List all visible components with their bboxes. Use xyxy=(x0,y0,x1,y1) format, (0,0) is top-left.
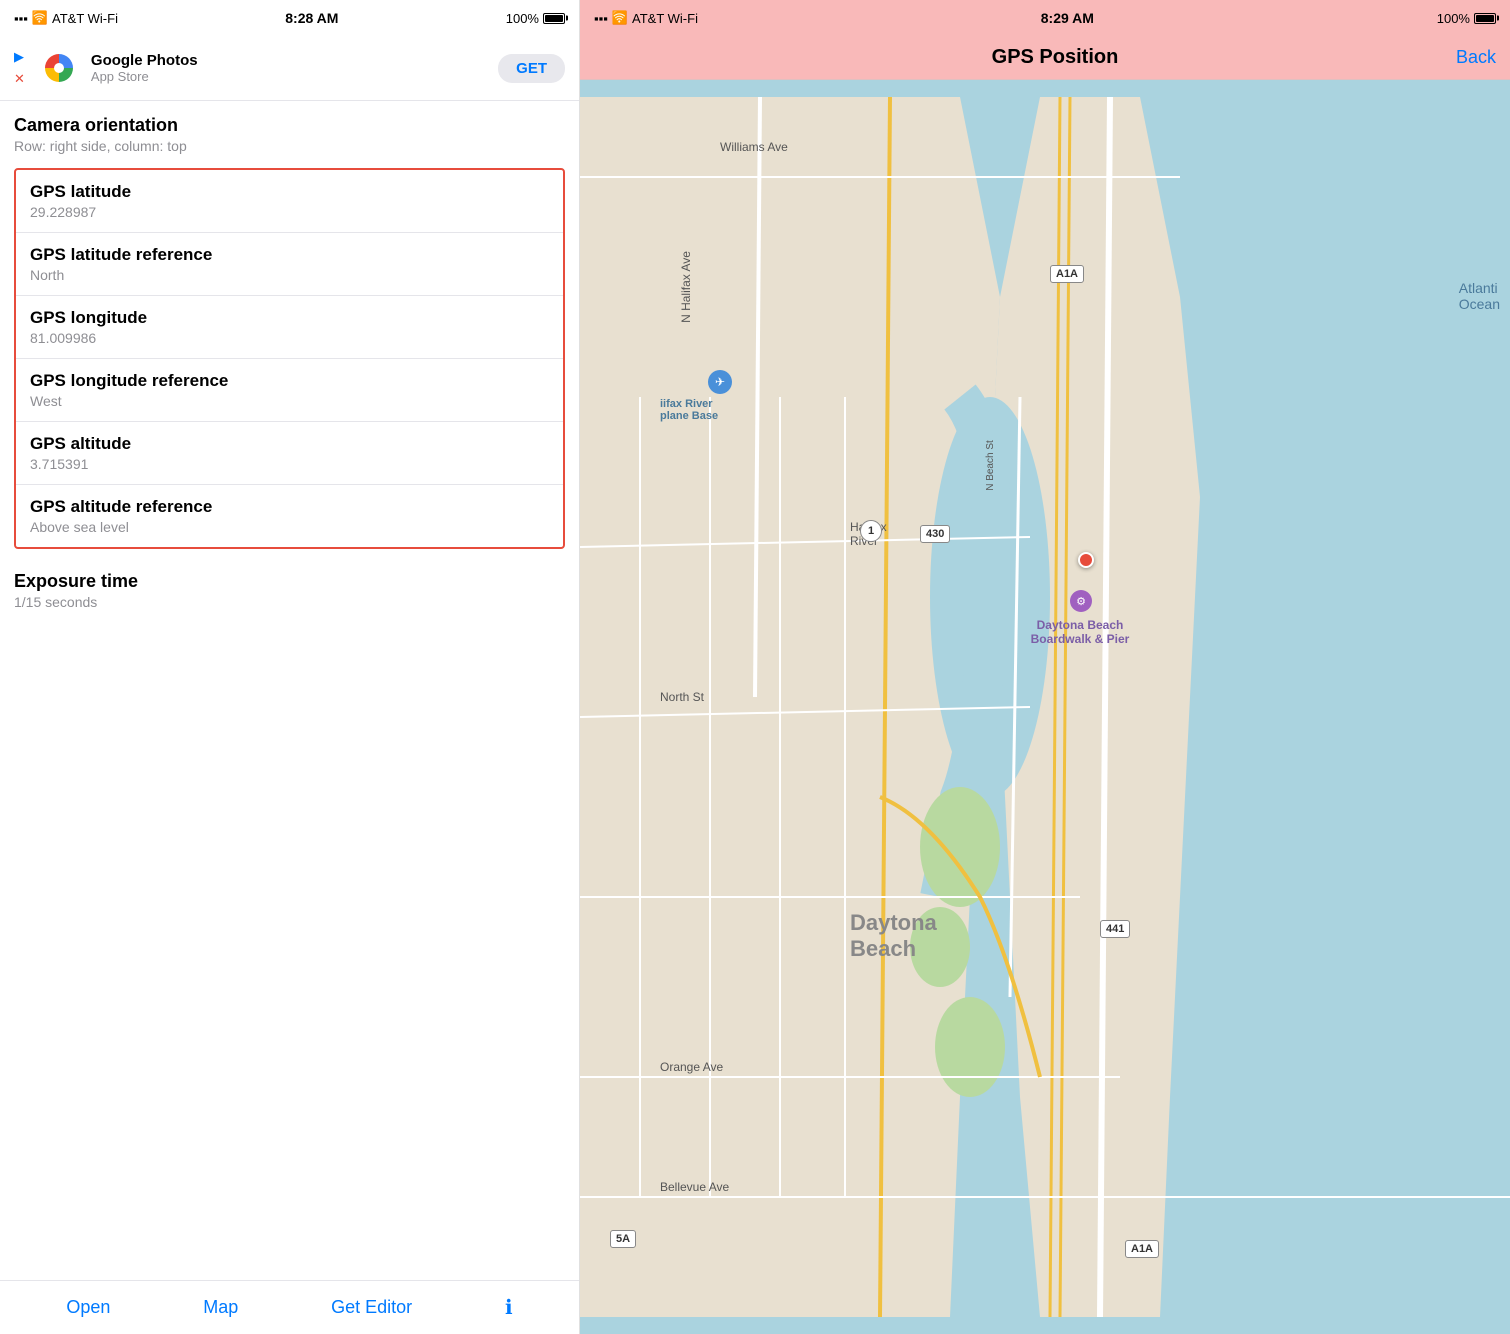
gps-latitude-ref-value: North xyxy=(30,267,549,283)
right-battery-icon xyxy=(1474,13,1496,24)
close-controls: ▶ ✕ xyxy=(14,49,33,87)
gps-longitude-label: GPS longitude xyxy=(30,308,549,328)
route-430-badge: 430 xyxy=(920,525,950,543)
get-app-button[interactable]: GET xyxy=(498,54,565,83)
gps-altitude-ref-value: Above sea level xyxy=(30,519,549,535)
gps-longitude-value: 81.009986 xyxy=(30,330,549,346)
app-banner: ▶ ✕ Google Photos App Store GET xyxy=(0,36,579,101)
left-time: 8:28 AM xyxy=(285,10,338,26)
wifi-icon: 🛜 xyxy=(32,10,48,26)
route-1-badge: 1 xyxy=(860,520,882,542)
map-container[interactable]: Williams Ave N Halifax Ave HalifaxRiver … xyxy=(580,80,1510,1334)
gps-altitude: GPS altitude 3.715391 xyxy=(16,422,563,485)
app-icon xyxy=(37,46,81,90)
info-icon[interactable]: ℹ xyxy=(505,1295,513,1320)
gps-longitude-ref-value: West xyxy=(30,393,549,409)
battery-icon xyxy=(543,13,565,24)
left-battery: 100% xyxy=(506,11,565,26)
route-441-badge: 441 xyxy=(1100,920,1130,938)
signal-icon: ▪▪▪ xyxy=(14,11,28,26)
right-panel: ▪▪▪ 🛜 AT&T Wi-Fi 8:29 AM 100% GPS Positi… xyxy=(580,0,1510,1334)
boardwalk-poi-icon: ⚙ xyxy=(1070,590,1092,612)
nav-title: GPS Position xyxy=(992,46,1119,69)
right-nav-bar: GPS Position Back xyxy=(580,36,1510,80)
gps-latitude-ref: GPS latitude reference North xyxy=(16,233,563,296)
gps-altitude-ref-label: GPS altitude reference xyxy=(30,497,549,517)
close-icon[interactable]: ✕ xyxy=(14,71,25,87)
right-carrier: ▪▪▪ 🛜 AT&T Wi-Fi xyxy=(594,10,698,26)
map-button[interactable]: Map xyxy=(203,1297,238,1318)
camera-orientation-value: Row: right side, column: top xyxy=(14,138,565,154)
exposure-value: 1/15 seconds xyxy=(14,594,565,610)
right-status-bar: ▪▪▪ 🛜 AT&T Wi-Fi 8:29 AM 100% xyxy=(580,0,1510,36)
bottom-toolbar: Open Map Get Editor ℹ xyxy=(0,1280,579,1334)
gps-longitude-ref: GPS longitude reference West xyxy=(16,359,563,422)
gps-longitude: GPS longitude 81.009986 xyxy=(16,296,563,359)
left-panel: ▪▪▪ 🛜 AT&T Wi-Fi 8:28 AM 100% ▶ ✕ xyxy=(0,0,580,1334)
gps-longitude-ref-label: GPS longitude reference xyxy=(30,371,549,391)
gps-altitude-label: GPS altitude xyxy=(30,434,549,454)
map-svg xyxy=(580,80,1510,1334)
gps-altitude-ref: GPS altitude reference Above sea level xyxy=(16,485,563,547)
gps-latitude: GPS latitude 29.228987 xyxy=(16,170,563,233)
store-label: App Store xyxy=(91,69,498,84)
right-wifi-icon: 🛜 xyxy=(612,10,628,26)
a1a-badge-top: A1A xyxy=(1050,265,1084,283)
location-pin xyxy=(1078,552,1094,568)
route-5a-badge: 5A xyxy=(610,1230,636,1248)
gps-latitude-value: 29.228987 xyxy=(30,204,549,220)
exposure-section: Exposure time 1/15 seconds xyxy=(0,557,579,616)
right-time: 8:29 AM xyxy=(1041,10,1094,26)
camera-orientation-section: Camera orientation Row: right side, colu… xyxy=(0,101,579,160)
gps-latitude-label: GPS latitude xyxy=(30,182,549,202)
gps-altitude-value: 3.715391 xyxy=(30,456,549,472)
left-carrier: ▪▪▪ 🛜 AT&T Wi-Fi xyxy=(14,10,118,26)
airport-icon: ✈ xyxy=(708,370,732,394)
app-name: Google Photos xyxy=(91,52,498,69)
back-button[interactable]: Back xyxy=(1456,47,1496,68)
right-signal-icon: ▪▪▪ xyxy=(594,11,608,26)
left-status-bar: ▪▪▪ 🛜 AT&T Wi-Fi 8:28 AM 100% xyxy=(0,0,579,36)
app-info: Google Photos App Store xyxy=(91,52,498,84)
get-editor-button[interactable]: Get Editor xyxy=(331,1297,412,1318)
gps-data-box: GPS latitude 29.228987 GPS latitude refe… xyxy=(14,168,565,549)
right-battery: 100% xyxy=(1437,11,1496,26)
camera-orientation-title: Camera orientation xyxy=(14,115,565,136)
open-button[interactable]: Open xyxy=(66,1297,110,1318)
gps-latitude-ref-label: GPS latitude reference xyxy=(30,245,549,265)
boardwalk-label: Daytona BeachBoardwalk & Pier xyxy=(1010,618,1150,646)
play-icon[interactable]: ▶ xyxy=(14,49,25,65)
a1a-badge-bottom: A1A xyxy=(1125,1240,1159,1258)
exposure-label: Exposure time xyxy=(14,571,565,592)
